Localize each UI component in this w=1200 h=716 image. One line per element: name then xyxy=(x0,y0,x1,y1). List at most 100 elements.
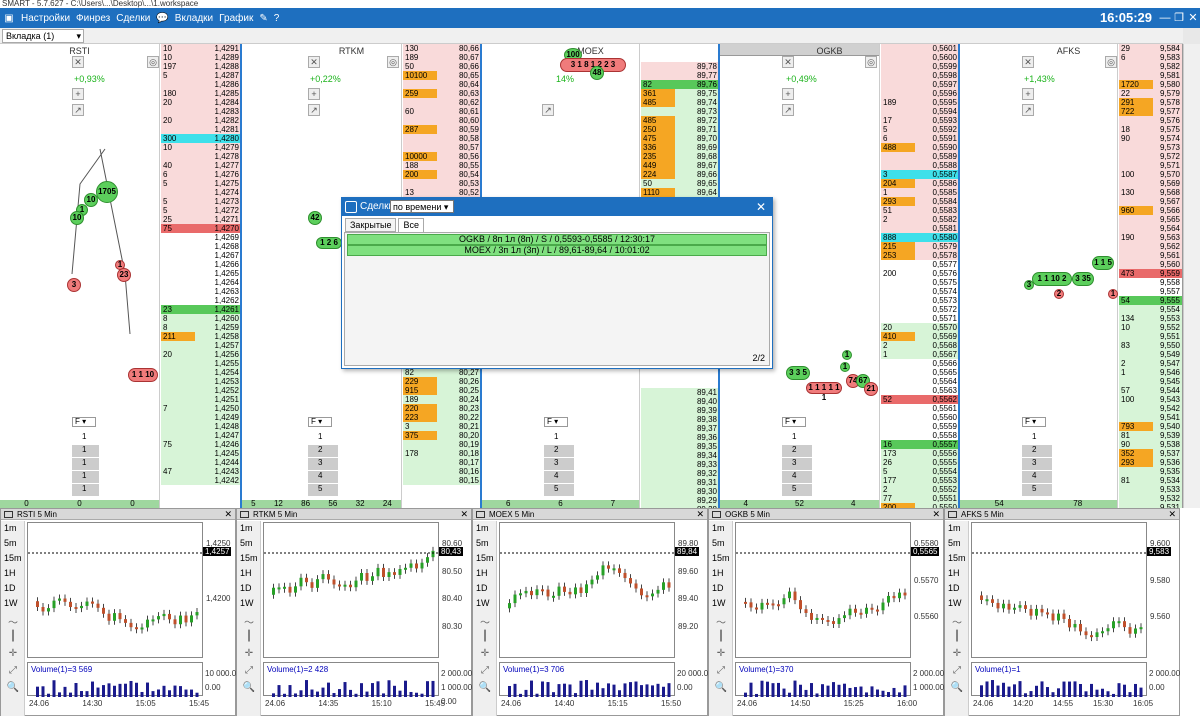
timeframe-1H[interactable]: 1H xyxy=(709,566,732,581)
sort-select[interactable]: по времени ▾ xyxy=(390,200,454,213)
book-row[interactable]: 9,567 xyxy=(1119,197,1182,206)
book-row[interactable]: 223 80,22 xyxy=(403,413,480,422)
book-row[interactable]: 75 1,4270 xyxy=(161,224,240,233)
book-row[interactable]: 80,19 xyxy=(403,440,480,449)
crosshair-icon[interactable]: ✛ xyxy=(240,648,258,662)
order-book-ogkb[interactable]: 0,5601 0,5600 0,5599 0,5598 0,5597 0,5596 189 0… xyxy=(881,44,958,508)
book-row[interactable]: 0,5559 xyxy=(881,422,958,431)
book-row[interactable]: 130 9,568 xyxy=(1119,188,1182,197)
trade-bubble[interactable]: 48 xyxy=(590,66,604,80)
book-row[interactable]: 3 80,21 xyxy=(403,422,480,431)
trade-bubble[interactable]: 2 xyxy=(1054,289,1064,299)
book-row[interactable]: 8 1,4260 xyxy=(161,314,240,323)
book-row[interactable]: 0,5599 xyxy=(881,62,958,71)
book-row[interactable]: 0,5560 xyxy=(881,413,958,422)
trade-bubble[interactable]: 1705 xyxy=(96,181,118,203)
book-row[interactable]: 23 1,4261 xyxy=(161,305,240,314)
book-row[interactable]: 80,60 xyxy=(403,116,480,125)
book-row[interactable]: 250 89,71 xyxy=(641,125,718,134)
book-row[interactable]: 0,5597 xyxy=(881,80,958,89)
book-row[interactable]: 0,5600 xyxy=(881,53,958,62)
close-icon[interactable]: ✕ xyxy=(932,509,940,520)
book-row[interactable]: 1,4264 xyxy=(161,278,240,287)
book-row[interactable]: 89,41 xyxy=(641,388,718,397)
book-row[interactable]: 9,542 xyxy=(1119,404,1182,413)
book-row[interactable]: 82 89,76 xyxy=(641,80,718,89)
book-row[interactable]: 200 0,5576 xyxy=(881,269,958,278)
book-row[interactable]: 2 0,5582 xyxy=(881,215,958,224)
book-row[interactable]: 6 0,5591 xyxy=(881,134,958,143)
timeframe-1W[interactable]: 1W xyxy=(709,596,732,611)
tab-select[interactable]: Вкладка (1) ▾ xyxy=(2,29,84,43)
book-row[interactable]: 2 9,547 xyxy=(1119,359,1182,368)
book-row[interactable]: 189 0,5595 xyxy=(881,98,958,107)
trade-bubble[interactable]: 21 xyxy=(864,382,878,396)
timeframe-15m[interactable]: 15m xyxy=(945,551,968,566)
book-row[interactable]: 82 80,27 xyxy=(403,368,480,377)
book-row[interactable]: 10 9,552 xyxy=(1119,323,1182,332)
chat-icon[interactable]: 💬 xyxy=(153,13,171,24)
close-panel-icon[interactable]: ✕ xyxy=(72,56,84,68)
book-row[interactable]: 9,564 xyxy=(1119,224,1182,233)
book-row[interactable]: 0,5601 xyxy=(881,44,958,53)
book-row[interactable]: 475 89,70 xyxy=(641,134,718,143)
book-row[interactable]: 10 1,4289 xyxy=(161,53,240,62)
book-row[interactable]: 235 89,68 xyxy=(641,152,718,161)
book-row[interactable]: 81 9,534 xyxy=(1119,476,1182,485)
book-row[interactable]: 8 1,4259 xyxy=(161,323,240,332)
book-row[interactable]: 47 1,4243 xyxy=(161,467,240,476)
filter-select[interactable]: F ▾ xyxy=(782,417,806,427)
zoom-icon[interactable]: 🔍 xyxy=(948,682,966,696)
book-row[interactable]: 9,533 xyxy=(1119,485,1182,494)
chart-mode-icon[interactable]: ↗ xyxy=(782,104,794,116)
book-row[interactable]: 5 0,5554 xyxy=(881,467,958,476)
timeframe-5m[interactable]: 5m xyxy=(945,536,968,551)
book-row[interactable]: 9,562 xyxy=(1119,242,1182,251)
book-row[interactable]: 293 9,536 xyxy=(1119,458,1182,467)
lock-icon[interactable]: ◎ xyxy=(865,56,877,68)
book-row[interactable]: 80,15 xyxy=(403,476,480,485)
book-row[interactable]: 80,16 xyxy=(403,467,480,476)
book-row[interactable]: 1,4257 xyxy=(161,341,240,350)
book-row[interactable]: 10 1,4279 xyxy=(161,143,240,152)
book-row[interactable]: 89,34 xyxy=(641,451,718,460)
qty-list[interactable]: 12345 xyxy=(782,432,812,496)
book-row[interactable]: 0,5575 xyxy=(881,278,958,287)
chart-window[interactable]: RSTI 5 Min ✕ 1m 5m 15m 1H 1D 1W 〜 ┃ ✛ ⤢ 🔍 Volume(1)=3… xyxy=(0,508,241,716)
book-row[interactable]: 190 9,563 xyxy=(1119,233,1182,242)
book-row[interactable]: 449 89,67 xyxy=(641,161,718,170)
filter-select[interactable]: F ▾ xyxy=(72,417,96,427)
book-row[interactable]: 77 0,5551 xyxy=(881,494,958,503)
zoom-icon[interactable]: 🔍 xyxy=(240,682,258,696)
book-row[interactable]: 0,5572 xyxy=(881,305,958,314)
book-row[interactable]: 888 0,5580 xyxy=(881,233,958,242)
book-row[interactable]: 89,73 xyxy=(641,107,718,116)
price-plot[interactable] xyxy=(27,522,204,658)
chart-window[interactable]: MOEX 5 Min ✕ 1m 5m 15m 1H 1D 1W 〜 ┃ ✛ ⤢ 🔍 Volume(1)=3… xyxy=(472,508,713,716)
timeframe-1m[interactable]: 1m xyxy=(1,521,24,536)
timeframe-15m[interactable]: 15m xyxy=(473,551,496,566)
book-row[interactable]: 197 1,4288 xyxy=(161,62,240,71)
book-row[interactable]: 50 80,66 xyxy=(403,62,480,71)
close-icon[interactable]: ✕ xyxy=(756,198,766,216)
timeframe-1D[interactable]: 1D xyxy=(945,581,968,596)
book-row[interactable]: 0,5558 xyxy=(881,431,958,440)
book-row[interactable]: 50 89,65 xyxy=(641,179,718,188)
book-row[interactable]: 1,4278 xyxy=(161,152,240,161)
minimize-icon[interactable]: — xyxy=(1158,11,1172,25)
trade-bubble[interactable]: 3 xyxy=(67,278,81,292)
book-row[interactable]: 83 9,550 xyxy=(1119,341,1182,350)
book-row[interactable]: 0,5566 xyxy=(881,359,958,368)
book-row[interactable]: 6 1,4276 xyxy=(161,170,240,179)
timeframe-15m[interactable]: 15m xyxy=(709,551,732,566)
timeframe-5m[interactable]: 5m xyxy=(237,536,260,551)
book-row[interactable]: 224 89,66 xyxy=(641,170,718,179)
book-row[interactable]: 1 9,546 xyxy=(1119,368,1182,377)
order-book-afks[interactable]: 29 9,584 6 9,583 9,582 9,581 1720 9,580 22 9,579 2… xyxy=(1119,44,1182,508)
book-row[interactable]: 90 9,574 xyxy=(1119,134,1182,143)
book-row[interactable]: 1,4254 xyxy=(161,368,240,377)
book-row[interactable]: 1,4247 xyxy=(161,431,240,440)
book-row[interactable]: 1,4249 xyxy=(161,413,240,422)
book-row[interactable]: 89,37 xyxy=(641,424,718,433)
book-row[interactable]: 89,32 xyxy=(641,469,718,478)
